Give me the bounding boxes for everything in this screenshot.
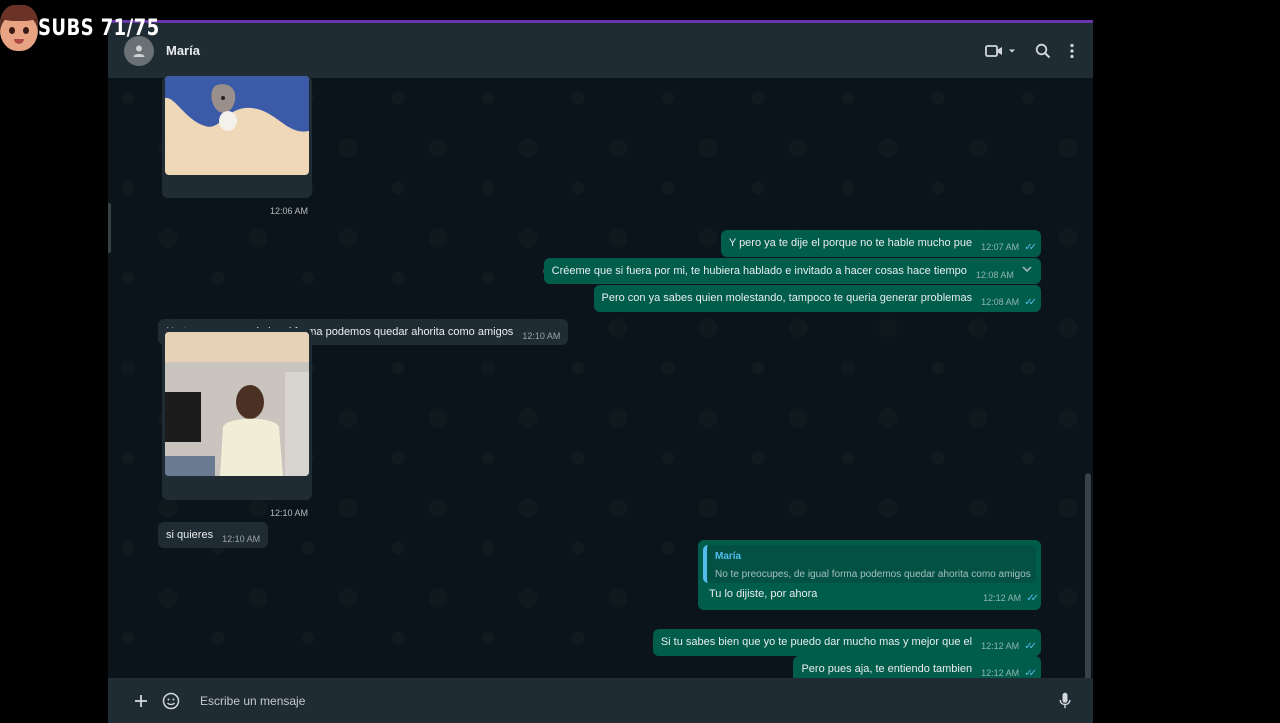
image-message[interactable]: 12:10 AM: [162, 328, 312, 518]
menu-icon: [1070, 43, 1074, 58]
chat-header: María: [108, 23, 1093, 78]
message-input[interactable]: [190, 684, 1049, 717]
message-text: Tu lo dijiste, por ahora: [709, 588, 818, 600]
streamer-avatar: [0, 5, 38, 51]
message-text: Pero con ya sabes quien molestando, tamp…: [601, 292, 973, 304]
read-ticks-icon: ✓✓: [1024, 297, 1037, 308]
message-time: 12:10 AM: [522, 331, 561, 341]
chat-window: María 12:06 AM Y pero ya te dije el porq…: [108, 20, 1093, 723]
message-time: 12:06 AM: [269, 206, 308, 216]
read-ticks-icon: ✓✓: [1024, 641, 1037, 652]
video-call-button[interactable]: [985, 44, 1017, 58]
message-time: 12:10 AM: [269, 508, 308, 518]
message-text: Y pero ya te dije el porque no te hable …: [728, 237, 973, 249]
message-time: 12:07 AM: [981, 242, 1020, 252]
read-ticks-icon: ✓✓: [1026, 593, 1039, 604]
video-call-icon: [985, 44, 1002, 57]
sticker-button[interactable]: [162, 692, 180, 710]
message-text: si quieres: [166, 529, 214, 541]
message-text: Pero pues aja, te entiendo tambien: [801, 663, 973, 675]
message-time: 12:08 AM: [975, 270, 1014, 280]
left-resize-handle[interactable]: [108, 203, 111, 253]
outgoing-reply-message[interactable]: María No te preocupes, de igual forma po…: [698, 540, 1041, 610]
plus-icon: [135, 694, 147, 707]
message-time: 12:12 AM: [983, 593, 1022, 603]
message-text: Si tu sabes bien que yo te puedo dar muc…: [660, 636, 973, 648]
chevron-down-icon[interactable]: [1021, 264, 1033, 274]
microphone-icon: [1059, 692, 1071, 709]
search-icon: [1035, 43, 1051, 58]
stream-overlay: SUBS 71/75: [0, 0, 186, 56]
search-button[interactable]: [1035, 43, 1051, 59]
outgoing-message[interactable]: Créeme que si fuera por mi, te hubiera h…: [543, 258, 1041, 284]
quoted-message[interactable]: María No te preocupes, de igual forma po…: [703, 545, 1036, 583]
message-time: 12:10 AM: [222, 534, 261, 544]
photo-image[interactable]: [165, 332, 309, 476]
outgoing-message[interactable]: Si tu sabes bien que yo te puedo dar muc…: [652, 629, 1041, 656]
message-time: 12:12 AM: [981, 668, 1020, 678]
cartoon-image[interactable]: [165, 76, 309, 175]
image-message[interactable]: 12:06 AM: [162, 76, 312, 216]
sticker-icon: [162, 692, 180, 709]
menu-button[interactable]: [1069, 43, 1075, 59]
subs-counter: SUBS 71/75: [38, 15, 160, 41]
message-time: 12:08 AM: [981, 297, 1020, 307]
message-composer: [108, 678, 1093, 723]
chat-area[interactable]: 12:06 AM Y pero ya te dije el porque no …: [108, 76, 1093, 723]
attach-button[interactable]: [134, 694, 148, 708]
outgoing-message[interactable]: Pero con ya sabes quien molestando, tamp…: [593, 285, 1041, 312]
chevron-down-icon: [1009, 49, 1015, 52]
quoted-author: María: [715, 551, 742, 562]
message-text: Créeme que si fuera por mi, te hubiera h…: [551, 265, 967, 277]
message-time: 12:12 AM: [981, 641, 1020, 651]
outgoing-message[interactable]: Y pero ya te dije el porque no te hable …: [720, 230, 1041, 257]
incoming-message[interactable]: si quieres 12:10 AM: [158, 522, 269, 548]
read-ticks-icon: ✓✓: [1024, 242, 1037, 253]
quoted-text: No te preocupes, de igual forma podemos …: [715, 569, 1031, 580]
voice-message-button[interactable]: [1059, 692, 1071, 709]
